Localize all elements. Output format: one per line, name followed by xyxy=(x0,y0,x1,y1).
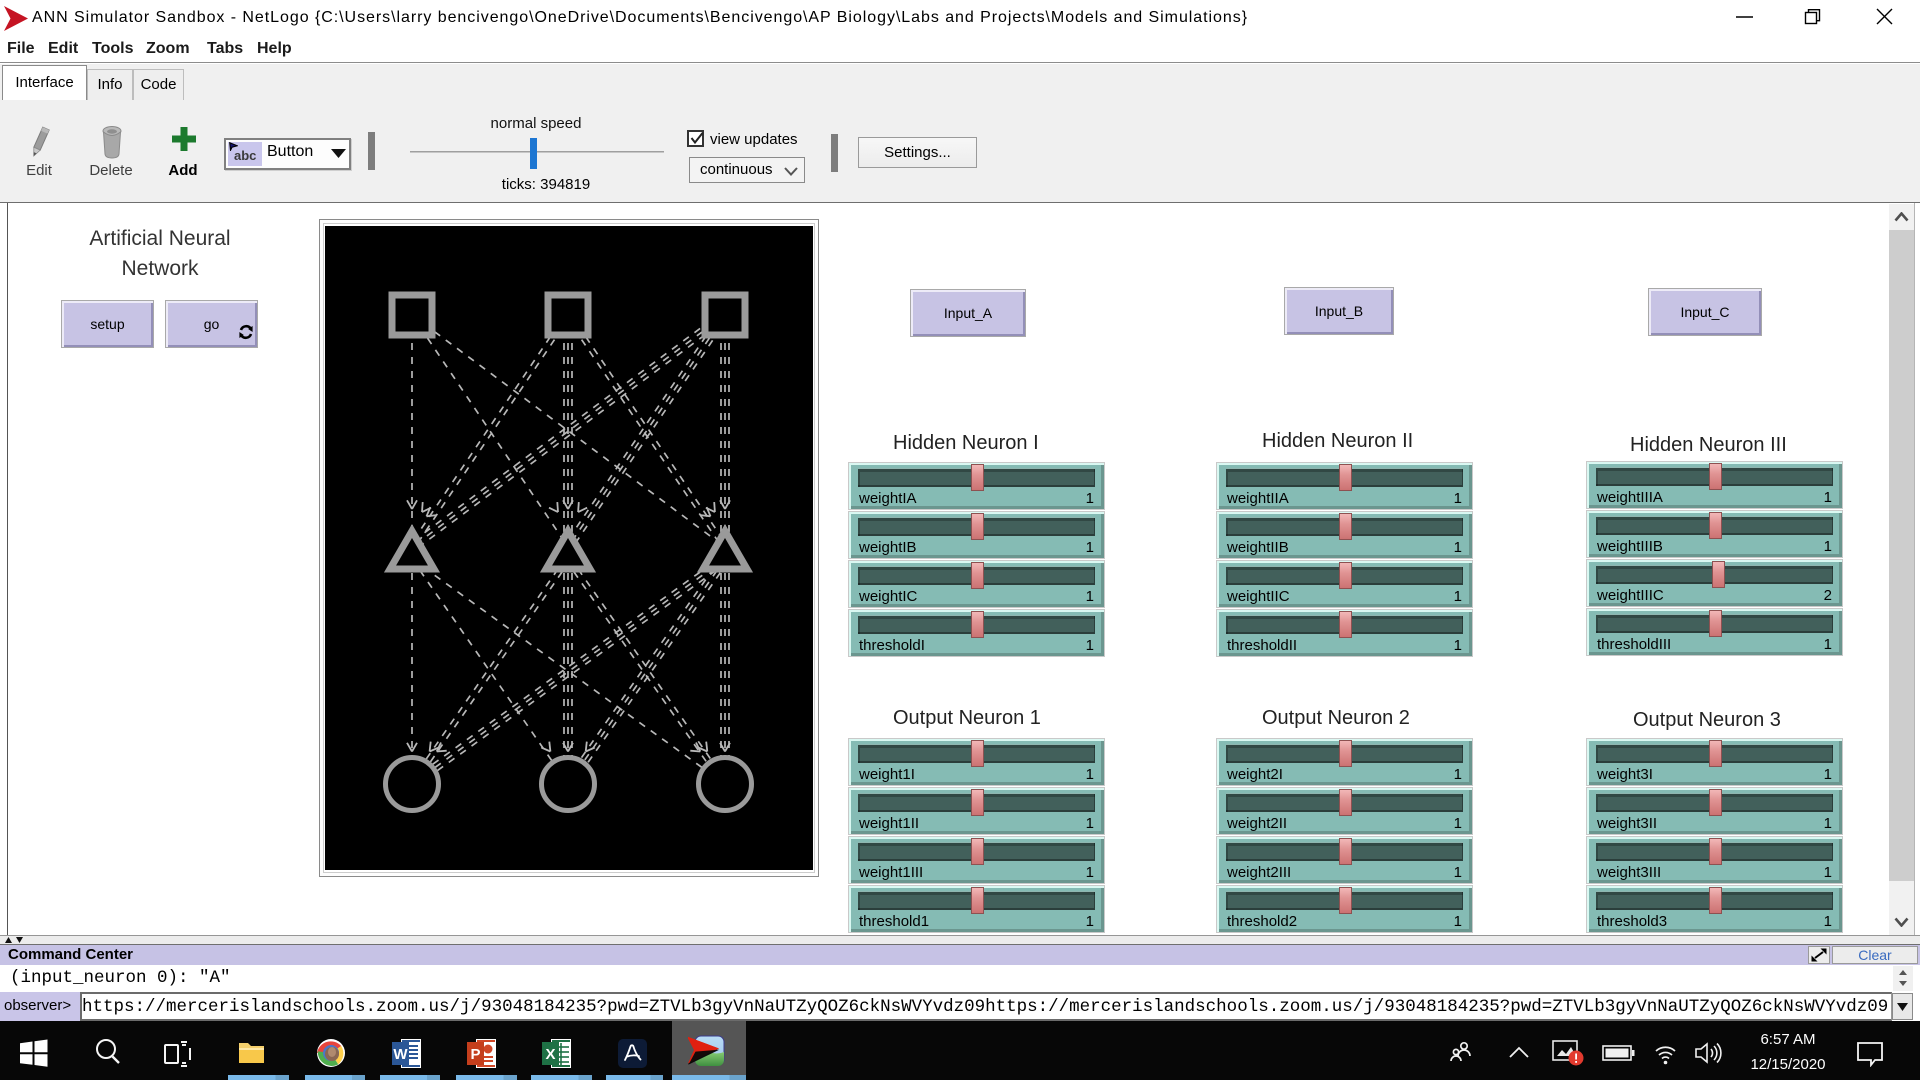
svg-text:W: W xyxy=(393,1046,408,1063)
svg-text:P: P xyxy=(470,1046,480,1063)
svg-text:X: X xyxy=(545,1046,555,1063)
